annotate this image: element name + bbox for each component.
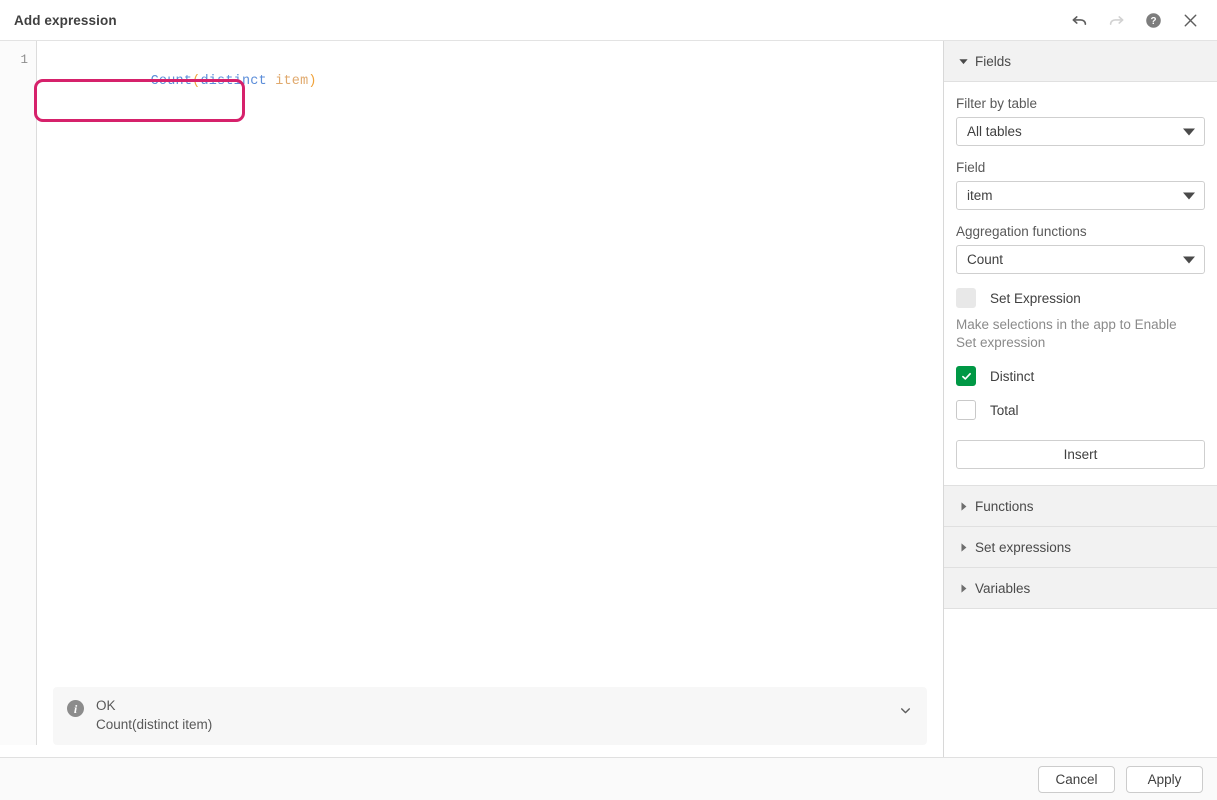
apply-button[interactable]: Apply	[1126, 766, 1203, 793]
expression-line[interactable]: Count(distinct item)	[51, 50, 943, 113]
status-expand-button[interactable]	[895, 700, 915, 720]
status-panel: i OK Count(distinct item)	[53, 687, 927, 745]
header-actions: ?	[1066, 7, 1203, 33]
chevron-down-icon	[1183, 128, 1195, 135]
status-gutter-spacer	[0, 687, 37, 745]
dialog-body: 1 Count(distinct item) i OK	[0, 41, 1217, 757]
accordion-title-fields: Fields	[975, 54, 1011, 69]
accordion-header-fields[interactable]: Fields	[944, 41, 1217, 82]
distinct-checkbox-row: Distinct	[956, 366, 1205, 386]
status-inner: i OK Count(distinct item)	[37, 687, 943, 745]
caret-right-icon	[958, 501, 972, 512]
set-expression-helper-text: Make selections in the app to Enable Set…	[956, 316, 1196, 352]
field-label: Field	[956, 160, 1205, 175]
accordion-header-variables[interactable]: Variables	[944, 568, 1217, 609]
line-number: 1	[0, 50, 28, 71]
accordion-title-set-expressions: Set expressions	[975, 540, 1071, 555]
close-icon	[1181, 11, 1200, 30]
expression-status-bar: i OK Count(distinct item)	[0, 687, 943, 757]
filter-by-table-value: All tables	[967, 124, 1022, 139]
accordion-header-functions[interactable]: Functions	[944, 486, 1217, 527]
caret-down-icon	[958, 56, 972, 67]
caret-right-icon	[958, 583, 972, 594]
cancel-button[interactable]: Cancel	[1038, 766, 1115, 793]
insert-button[interactable]: Insert	[956, 440, 1205, 469]
chevron-down-icon	[899, 704, 912, 717]
status-expression: Count(distinct item)	[96, 717, 212, 732]
add-expression-dialog: Add expression ?	[0, 0, 1217, 800]
undo-button[interactable]	[1066, 7, 1092, 33]
info-icon: i	[67, 700, 84, 717]
accordion-title-functions: Functions	[975, 499, 1034, 514]
distinct-label: Distinct	[990, 369, 1034, 384]
check-icon	[962, 372, 971, 381]
editor-code-area[interactable]: Count(distinct item)	[37, 41, 943, 687]
accordion-title-variables: Variables	[975, 581, 1030, 596]
undo-icon	[1070, 11, 1089, 30]
close-button[interactable]	[1177, 7, 1203, 33]
svg-text:?: ?	[1150, 15, 1156, 26]
field-value: item	[967, 188, 993, 203]
filter-by-table-label: Filter by table	[956, 96, 1205, 111]
redo-icon	[1107, 11, 1126, 30]
dialog-footer: Cancel Apply	[0, 757, 1217, 800]
aggregation-functions-value: Count	[967, 252, 1003, 267]
token-keyword: distinct	[200, 74, 266, 89]
filter-by-table-select[interactable]: All tables	[956, 117, 1205, 146]
token-field: item	[275, 74, 308, 89]
help-button[interactable]: ?	[1140, 7, 1166, 33]
expression-editor[interactable]: 1 Count(distinct item)	[0, 41, 943, 687]
set-expression-checkbox[interactable]	[956, 288, 976, 308]
page-title: Add expression	[14, 13, 117, 28]
help-icon: ?	[1144, 11, 1163, 30]
chevron-down-icon	[1183, 192, 1195, 199]
side-panel: Fields Filter by table All tables Field …	[944, 41, 1217, 757]
token-function: Count	[151, 74, 193, 89]
aggregation-functions-select[interactable]: Count	[956, 245, 1205, 274]
redo-button[interactable]	[1103, 7, 1129, 33]
total-checkbox[interactable]	[956, 400, 976, 420]
fields-section-body: Filter by table All tables Field item Ag…	[944, 82, 1217, 486]
aggregation-functions-label: Aggregation functions	[956, 224, 1205, 239]
token-space	[267, 74, 275, 89]
distinct-checkbox[interactable]	[956, 366, 976, 386]
chevron-down-icon	[1183, 256, 1195, 263]
status-texts: OK Count(distinct item)	[96, 698, 212, 732]
caret-right-icon	[958, 542, 972, 553]
accordion-header-set-expressions[interactable]: Set expressions	[944, 527, 1217, 568]
set-expression-label: Set Expression	[990, 291, 1081, 306]
set-expression-checkbox-row: Set Expression	[956, 288, 1205, 308]
field-select[interactable]: item	[956, 181, 1205, 210]
dialog-header: Add expression ?	[0, 0, 1217, 41]
total-label: Total	[990, 403, 1019, 418]
total-checkbox-row: Total	[956, 400, 1205, 420]
status-title: OK	[96, 698, 212, 713]
token-close-paren: )	[308, 74, 316, 89]
editor-gutter: 1	[0, 41, 37, 687]
expression-editor-pane: 1 Count(distinct item) i OK	[0, 41, 944, 757]
